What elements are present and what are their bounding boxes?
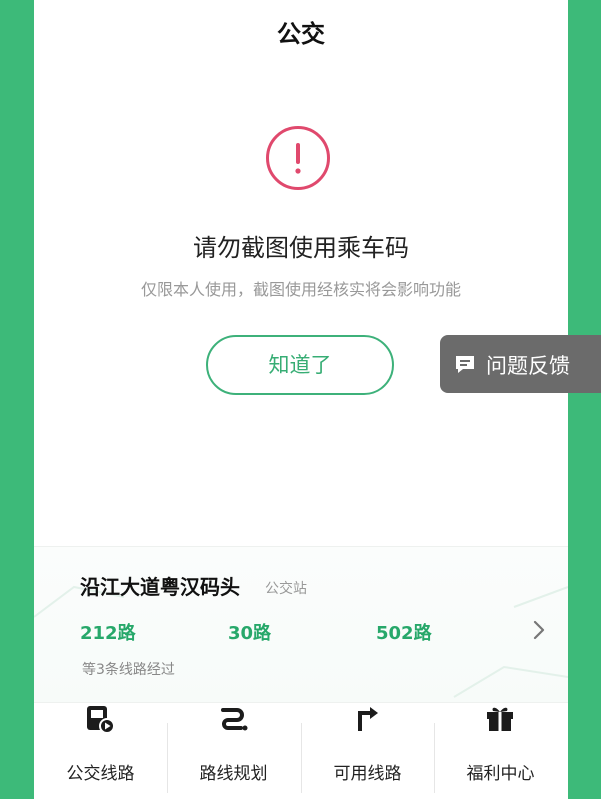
nav-label-bus-routes: 公交线路 (66, 764, 135, 784)
nav-label-available-lines: 可用线路 (333, 764, 402, 784)
passing-lines-text: 等3条线路经过 (82, 662, 175, 678)
nav-item-route-planning[interactable]: 路线规划 (167, 703, 300, 799)
nav-item-available-lines[interactable]: 可用线路 (301, 703, 434, 799)
bus-route-icon (84, 703, 116, 735)
route-212[interactable]: 212路 (80, 619, 136, 645)
exclamation-circle-icon (266, 126, 330, 190)
feedback-icon (454, 353, 476, 379)
ok-button[interactable]: 知道了 (206, 335, 394, 395)
main-card: 公交 请勿截图使用乘车码 仅限本人使用，截图使用经核实将会影响功能 知道了 沿江… (34, 0, 568, 799)
dialog-subtext: 仅限本人使用，截图使用经核实将会影响功能 (140, 280, 461, 299)
route-502[interactable]: 502路 (376, 619, 432, 645)
bottom-nav: 公交线路 路线规划 可用线路 福利中心 (34, 702, 568, 799)
page-title: 公交 (277, 20, 325, 48)
station-type: 公交站 (265, 581, 307, 597)
route-30[interactable]: 30路 (228, 619, 271, 645)
nav-item-bus-routes[interactable]: 公交线路 (34, 703, 167, 799)
station-card[interactable]: 沿江大道粤汉码头 公交站 212路 30路 502路 等3条线路经过 (34, 546, 568, 703)
dialog-heading: 请勿截图使用乘车码 (193, 234, 409, 262)
feedback-button[interactable]: 问题反馈 (440, 335, 601, 393)
available-lines-icon (351, 703, 383, 735)
gift-icon (484, 703, 516, 735)
nav-label-welfare-center: 福利中心 (466, 764, 535, 784)
route-planning-icon (217, 703, 249, 735)
station-name: 沿江大道粤汉码头 (80, 575, 240, 599)
nav-label-route-planning: 路线规划 (199, 764, 268, 784)
nav-item-welfare-center[interactable]: 福利中心 (434, 703, 567, 799)
chevron-right-icon[interactable] (532, 619, 546, 645)
feedback-label: 问题反馈 (486, 354, 570, 378)
